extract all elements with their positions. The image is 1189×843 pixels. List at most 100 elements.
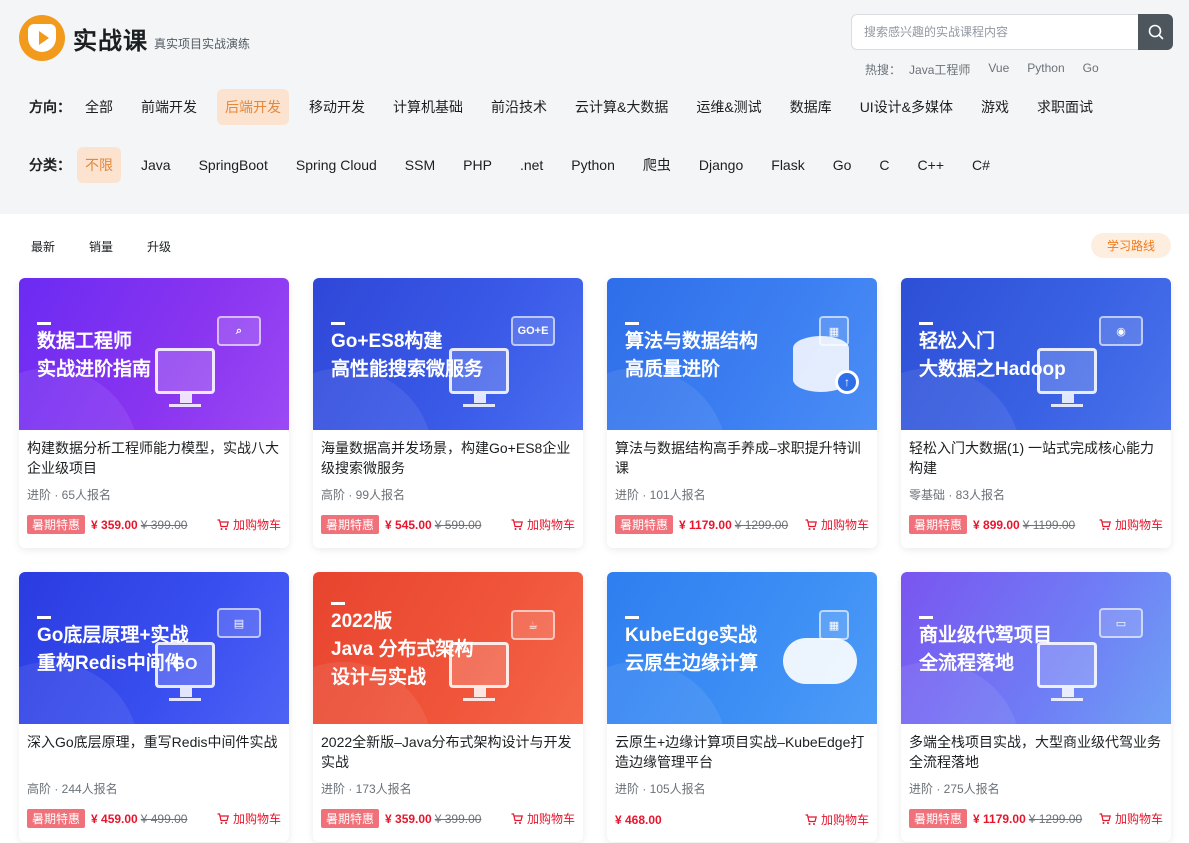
course-banner: Go底层原理+实战 重构Redis中间件 ▤ GO <box>19 572 289 724</box>
course-card[interactable]: 2022版 Java 分布式架构 设计与实战 ☕ 2022全新版–Java分布式… <box>313 572 583 842</box>
promo-badge: 暑期特惠 <box>321 515 380 534</box>
java-icon <box>449 642 509 697</box>
java-cup-icon: ☕ <box>511 610 555 640</box>
category-springboot[interactable]: SpringBoot <box>191 149 276 181</box>
category-c[interactable]: C <box>871 149 897 181</box>
course-meta: 高阶 · 99人报名 <box>321 488 406 502</box>
category-cpp[interactable]: C++ <box>910 149 952 181</box>
direction-label: 方向： <box>29 99 71 115</box>
add-to-cart-button[interactable]: 加购物车 <box>1099 516 1163 533</box>
search-button[interactable] <box>1138 14 1173 50</box>
direction-database[interactable]: 数据库 <box>782 89 840 125</box>
category-java[interactable]: Java <box>133 149 179 181</box>
direction-ops-test[interactable]: 运维&测试 <box>688 89 769 125</box>
category-filter: 分类： 不限 Java SpringBoot Spring Cloud SSM … <box>29 147 1010 183</box>
add-to-cart-button[interactable]: 加购物车 <box>217 810 281 827</box>
direction-backend[interactable]: 后端开发 <box>217 89 289 125</box>
course-price: ¥ 545.00 <box>385 517 432 532</box>
direction-frontend[interactable]: 前端开发 <box>133 89 205 125</box>
category-csharp[interactable]: C# <box>964 149 998 181</box>
original-price: ¥ 599.00 <box>434 517 482 532</box>
course-card[interactable]: Go底层原理+实战 重构Redis中间件 ▤ GO 深入Go底层原理，重写Red… <box>19 572 289 842</box>
promo-badge: 暑期特惠 <box>909 809 968 828</box>
course-meta: 进阶 · 65人报名 <box>27 488 112 502</box>
cart-label: 加购物车 <box>526 812 575 826</box>
sort-latest[interactable]: 最新 <box>31 238 55 255</box>
course-card[interactable]: 商业级代驾项目 全流程落地 ▭ 多端全栈项目实战，大型商业级代驾业务全流程落地 … <box>901 572 1171 842</box>
course-title: 海量数据高并发场景，构建Go+ES8企业级搜索微服务 <box>321 440 571 476</box>
course-price: ¥ 899.00 <box>973 517 1020 532</box>
course-card[interactable]: 算法与数据结构 高质量进阶 ▦ ↑ 算法与数据结构高手养成–求职提升特训课 进阶… <box>607 278 877 548</box>
sort-upgrade[interactable]: 升级 <box>147 238 171 255</box>
learning-path-button[interactable]: 学习路线 <box>1091 233 1171 258</box>
search-input[interactable] <box>851 14 1138 50</box>
elephant-icon: ◉ <box>1099 316 1143 346</box>
category-crawler[interactable]: 爬虫 <box>635 147 679 183</box>
price-row: 暑期特惠 ¥ 545.00 ¥ 599.00 加购物车 <box>321 515 575 534</box>
course-banner: KubeEdge实战 云原生边缘计算 ▦ <box>607 572 877 724</box>
cart-icon <box>805 813 817 826</box>
promo-badge: 暑期特惠 <box>27 515 86 534</box>
course-card[interactable]: 轻松入门 大数据之Hadoop ◉ 轻松入门大数据(1) 一站式完成核心能力构建… <box>901 278 1171 548</box>
category-any[interactable]: 不限 <box>77 147 121 183</box>
direction-interview[interactable]: 求职面试 <box>1029 89 1101 125</box>
add-to-cart-button[interactable]: 加购物车 <box>511 810 575 827</box>
cloud-icon <box>783 638 857 684</box>
grid-icon: ▦ <box>819 610 849 640</box>
category-django[interactable]: Django <box>691 149 751 181</box>
category-go[interactable]: Go <box>825 149 860 181</box>
cart-icon <box>217 518 229 531</box>
direction-ui-design[interactable]: UI设计&多媒体 <box>852 89 961 125</box>
original-price: ¥ 399.00 <box>140 517 188 532</box>
direction-cs-basics[interactable]: 计算机基础 <box>385 89 471 125</box>
course-title: 深入Go底层原理，重写Redis中间件实战 <box>27 734 278 750</box>
price-row: 暑期特惠 ¥ 1179.00 ¥ 1299.00 加购物车 <box>909 809 1163 828</box>
course-meta: 零基础 · 83人报名 <box>909 488 1006 502</box>
car-icon <box>1037 642 1097 697</box>
direction-game[interactable]: 游戏 <box>973 89 1017 125</box>
category-dotnet[interactable]: .net <box>512 149 551 181</box>
add-to-cart-button[interactable]: 加购物车 <box>511 516 575 533</box>
category-flask[interactable]: Flask <box>763 149 812 181</box>
course-meta: 进阶 · 101人报名 <box>615 488 706 502</box>
sort-sales[interactable]: 销量 <box>89 238 113 255</box>
hot-search-item[interactable]: Java工程师 <box>909 61 970 78</box>
course-title: 算法与数据结构高手养成–求职提升特训课 <box>615 440 861 476</box>
banner-title: 数据工程师 实战进阶指南 <box>37 331 152 380</box>
course-price: ¥ 459.00 <box>91 811 138 826</box>
add-to-cart-button[interactable]: 加购物车 <box>217 516 281 533</box>
course-title: 构建数据分析工程师能力模型，实战八大企业级项目 <box>27 440 279 476</box>
promo-badge: 暑期特惠 <box>27 809 86 828</box>
cart-label: 加购物车 <box>820 813 869 827</box>
category-python[interactable]: Python <box>563 149 623 181</box>
add-to-cart-button[interactable]: 加购物车 <box>805 811 869 828</box>
course-card[interactable]: KubeEdge实战 云原生边缘计算 ▦ 云原生+边缘计算项目实战–KubeEd… <box>607 572 877 842</box>
direction-cloud-bigdata[interactable]: 云计算&大数据 <box>567 89 676 125</box>
play-logo-icon <box>19 15 65 61</box>
course-meta: 高阶 · 244人报名 <box>27 782 118 796</box>
course-card[interactable]: 数据工程师 实战进阶指南 ⌕ 构建数据分析工程师能力模型，实战八大企业级项目 进… <box>19 278 289 548</box>
filter-header: 实战课 真实项目实战演练 热搜： Java工程师 Vue Python Go 方… <box>0 0 1189 214</box>
category-php[interactable]: PHP <box>455 149 500 181</box>
category-ssm[interactable]: SSM <box>397 149 443 181</box>
add-to-cart-button[interactable]: 加购物车 <box>805 516 869 533</box>
direction-mobile[interactable]: 移动开发 <box>301 89 373 125</box>
add-to-cart-button[interactable]: 加购物车 <box>1099 810 1163 827</box>
direction-frontier[interactable]: 前沿技术 <box>483 89 555 125</box>
brand-logo[interactable]: 实战课 真实项目实战演练 <box>19 15 250 61</box>
line-chart-icon <box>1037 348 1097 403</box>
promo-badge: 暑期特惠 <box>321 809 380 828</box>
direction-all[interactable]: 全部 <box>77 89 121 125</box>
cart-label: 加购物车 <box>526 518 575 532</box>
hot-search-item[interactable]: Go <box>1083 61 1099 78</box>
course-card[interactable]: Go+ES8构建 高性能搜索微服务 GO+E 海量数据高并发场景，构建Go+ES… <box>313 278 583 548</box>
category-spring-cloud[interactable]: Spring Cloud <box>288 149 385 181</box>
course-banner: 数据工程师 实战进阶指南 ⌕ <box>19 278 289 430</box>
chart-icon <box>155 348 215 403</box>
course-price: ¥ 359.00 <box>385 811 432 826</box>
go-icon: GO <box>155 642 215 697</box>
hot-search-item[interactable]: Python <box>1027 61 1064 78</box>
hot-search-item[interactable]: Vue <box>988 61 1009 78</box>
cart-icon <box>511 518 523 531</box>
magnifier-icon: ⌕ <box>217 316 261 346</box>
